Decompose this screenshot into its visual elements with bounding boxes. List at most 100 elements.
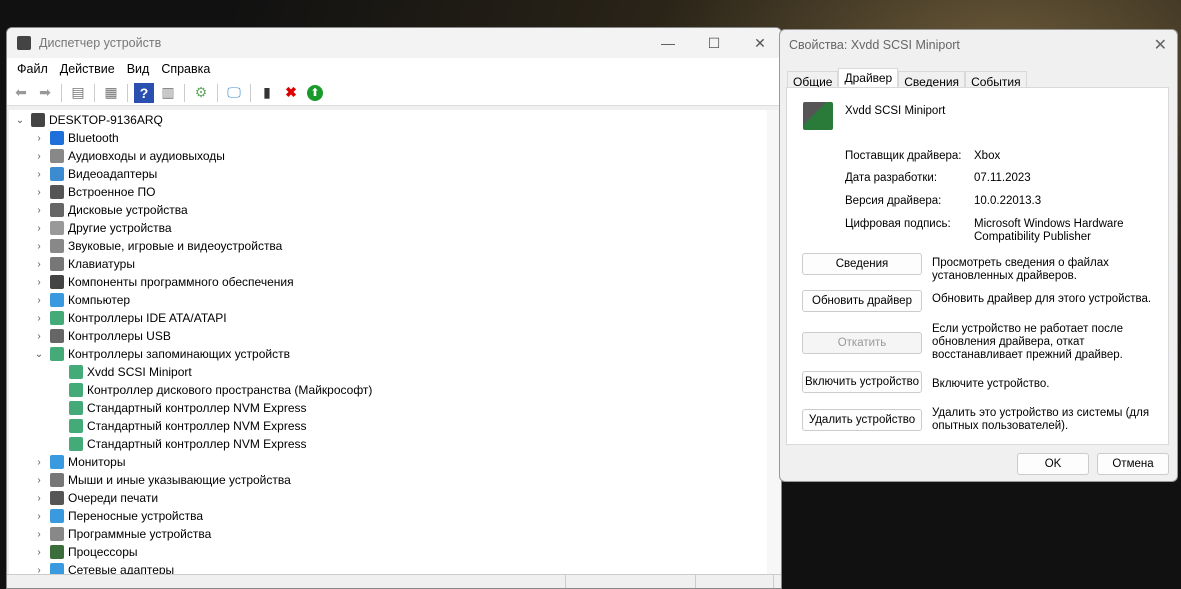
- driver-panel: Xvdd SCSI Miniport Поставщик драйвера: X…: [786, 87, 1169, 445]
- software-icon: [50, 275, 64, 289]
- chevron-right-icon[interactable]: ›: [32, 565, 46, 575]
- chevron-right-icon[interactable]: ›: [32, 277, 46, 288]
- tree-category[interactable]: › Другие устройства: [32, 219, 172, 237]
- device-name: Xvdd SCSI Miniport: [845, 105, 946, 117]
- tree-item-label: Мониторы: [68, 455, 126, 469]
- tree-device[interactable]: Стандартный контроллер NVM Express: [51, 417, 307, 435]
- tree-category[interactable]: › Видеоадаптеры: [32, 165, 157, 183]
- enable-device-button[interactable]: Включить устройство: [802, 371, 922, 393]
- tree-item-label: Стандартный контроллер NVM Express: [87, 419, 307, 433]
- status-bar: [7, 574, 781, 588]
- menu-action[interactable]: Действие: [54, 62, 121, 76]
- chevron-right-icon[interactable]: ›: [32, 511, 46, 522]
- signer-value: Microsoft Windows Hardware Compatibility…: [974, 218, 1124, 243]
- date-label: Дата разработки:: [845, 172, 938, 184]
- usb-icon: [50, 329, 64, 343]
- tree-item-label: Переносные устройства: [68, 509, 204, 523]
- storage-controller-icon: [69, 437, 83, 451]
- tree-category[interactable]: › Bluetooth: [32, 129, 119, 147]
- tree-category[interactable]: › Аудиовходы и аудиовыходы: [32, 147, 225, 165]
- tree-item-label: Xvdd SCSI Miniport: [87, 365, 192, 379]
- forward-icon[interactable]: ➡: [35, 83, 55, 103]
- tree-category[interactable]: › Встроенное ПО: [32, 183, 155, 201]
- chevron-right-icon[interactable]: ›: [32, 475, 46, 486]
- tree-item-label: DESKTOP-9136ARQ: [49, 113, 163, 127]
- cancel-button[interactable]: Отмена: [1097, 453, 1169, 475]
- roll-back-desc: Если устройство не работает после обновл…: [932, 323, 1124, 361]
- driver-details-desc: Просмотреть сведения о файлах установлен…: [932, 257, 1109, 282]
- chevron-right-icon[interactable]: ›: [32, 331, 46, 342]
- tree-device[interactable]: Xvdd SCSI Miniport: [51, 363, 192, 381]
- tree-item-label: Контроллер дискового пространства (Майкр…: [87, 383, 373, 397]
- chevron-right-icon[interactable]: ›: [32, 457, 46, 468]
- minimize-button[interactable]: —: [645, 28, 691, 58]
- tree-category[interactable]: › Компьютер: [32, 291, 130, 309]
- tree-root[interactable]: ⌄ DESKTOP-9136ARQ: [13, 111, 163, 129]
- chevron-right-icon[interactable]: ›: [32, 241, 46, 252]
- tree-item-label: Программные устройства: [68, 527, 212, 541]
- chevron-right-icon[interactable]: ›: [32, 169, 46, 180]
- chip-icon: [50, 185, 64, 199]
- tree-category[interactable]: › Контроллеры USB: [32, 327, 171, 345]
- tree-category[interactable]: › Компоненты программного обеспечения: [32, 273, 294, 291]
- tree-category[interactable]: › Сетевые адаптеры: [32, 561, 174, 574]
- tree-item-label: Контроллеры USB: [68, 329, 171, 343]
- tree-category[interactable]: ⌄ Контроллеры запоминающих устройств: [32, 345, 290, 363]
- driver-details-button[interactable]: Сведения: [802, 253, 922, 275]
- tree-category[interactable]: › Переносные устройства: [32, 507, 203, 525]
- roll-back-button[interactable]: Откатить: [802, 332, 922, 354]
- chevron-right-icon[interactable]: ›: [32, 529, 46, 540]
- help-icon[interactable]: ?: [134, 82, 154, 103]
- update-driver-icon[interactable]: ⚙: [191, 83, 211, 103]
- tree-device[interactable]: Стандартный контроллер NVM Express: [51, 399, 307, 417]
- chevron-down-icon[interactable]: ⌄: [32, 349, 46, 360]
- chevron-right-icon[interactable]: ›: [32, 547, 46, 558]
- properties-icon[interactable]: ▦: [101, 83, 121, 103]
- tree-category[interactable]: › Программные устройства: [32, 525, 211, 543]
- menu-help[interactable]: Справка: [155, 62, 216, 76]
- dialog-title: Свойства: Xvdd SCSI Miniport: [789, 38, 960, 52]
- menu-file[interactable]: Файл: [11, 62, 54, 76]
- enable-device-icon[interactable]: ▮: [257, 83, 277, 103]
- chevron-right-icon[interactable]: ›: [32, 259, 46, 270]
- chevron-right-icon[interactable]: ›: [32, 205, 46, 216]
- tree-item-label: Процессоры: [68, 545, 138, 559]
- printer-icon: [50, 491, 64, 505]
- tree-category[interactable]: › Мониторы: [32, 453, 125, 471]
- portable-device-icon: [50, 509, 64, 523]
- dialog-close-button[interactable]: ✕: [1154, 35, 1167, 55]
- tree-category[interactable]: › Процессоры: [32, 543, 138, 561]
- tree-category[interactable]: › Контроллеры IDE ATA/ATAPI: [32, 309, 227, 327]
- close-button[interactable]: ✕: [737, 28, 781, 58]
- chevron-right-icon[interactable]: ›: [32, 295, 46, 306]
- uninstall-device-button[interactable]: Удалить устройство: [802, 409, 922, 431]
- chevron-right-icon[interactable]: ›: [32, 151, 46, 162]
- tree-category[interactable]: › Клавиатуры: [32, 255, 135, 273]
- back-icon[interactable]: ⬅: [11, 83, 31, 103]
- toolbar: ⬅ ➡ ▤ ▦ ? ▥ ⚙ 🖵 ▮ ✖ ⬆: [7, 80, 781, 106]
- tree-category[interactable]: › Очереди печати: [32, 489, 158, 507]
- maximize-button[interactable]: ☐: [691, 28, 737, 58]
- chevron-right-icon[interactable]: ›: [32, 493, 46, 504]
- chevron-right-icon[interactable]: ›: [32, 133, 46, 144]
- tree-item-label: Очереди печати: [68, 491, 159, 505]
- chevron-right-icon[interactable]: ›: [32, 187, 46, 198]
- chevron-right-icon[interactable]: ›: [32, 223, 46, 234]
- tree-device[interactable]: Стандартный контроллер NVM Express: [51, 435, 307, 453]
- bluetooth-icon: [50, 131, 64, 145]
- menu-view[interactable]: Вид: [121, 62, 156, 76]
- action-pane-icon[interactable]: ▥: [158, 83, 178, 103]
- tree-category[interactable]: › Звуковые, игровые и видеоустройства: [32, 237, 282, 255]
- properties-dialog: Свойства: Xvdd SCSI Miniport ✕ Общие Дра…: [779, 29, 1178, 482]
- scan-hardware-icon[interactable]: 🖵: [224, 83, 244, 103]
- show-hide-console-tree-icon[interactable]: ▤: [68, 83, 88, 103]
- ok-button[interactable]: OK: [1017, 453, 1089, 475]
- tree-category[interactable]: › Дисковые устройства: [32, 201, 188, 219]
- update-driver-button[interactable]: Обновить драйвер: [802, 290, 922, 312]
- chevron-right-icon[interactable]: ›: [32, 313, 46, 324]
- tree-device[interactable]: Контроллер дискового пространства (Майкр…: [51, 381, 372, 399]
- enable-arrow-icon[interactable]: ⬆: [305, 83, 325, 103]
- uninstall-icon[interactable]: ✖: [281, 83, 301, 103]
- tree-category[interactable]: › Мыши и иные указывающие устройства: [32, 471, 291, 489]
- chevron-down-icon[interactable]: ⌄: [13, 115, 27, 126]
